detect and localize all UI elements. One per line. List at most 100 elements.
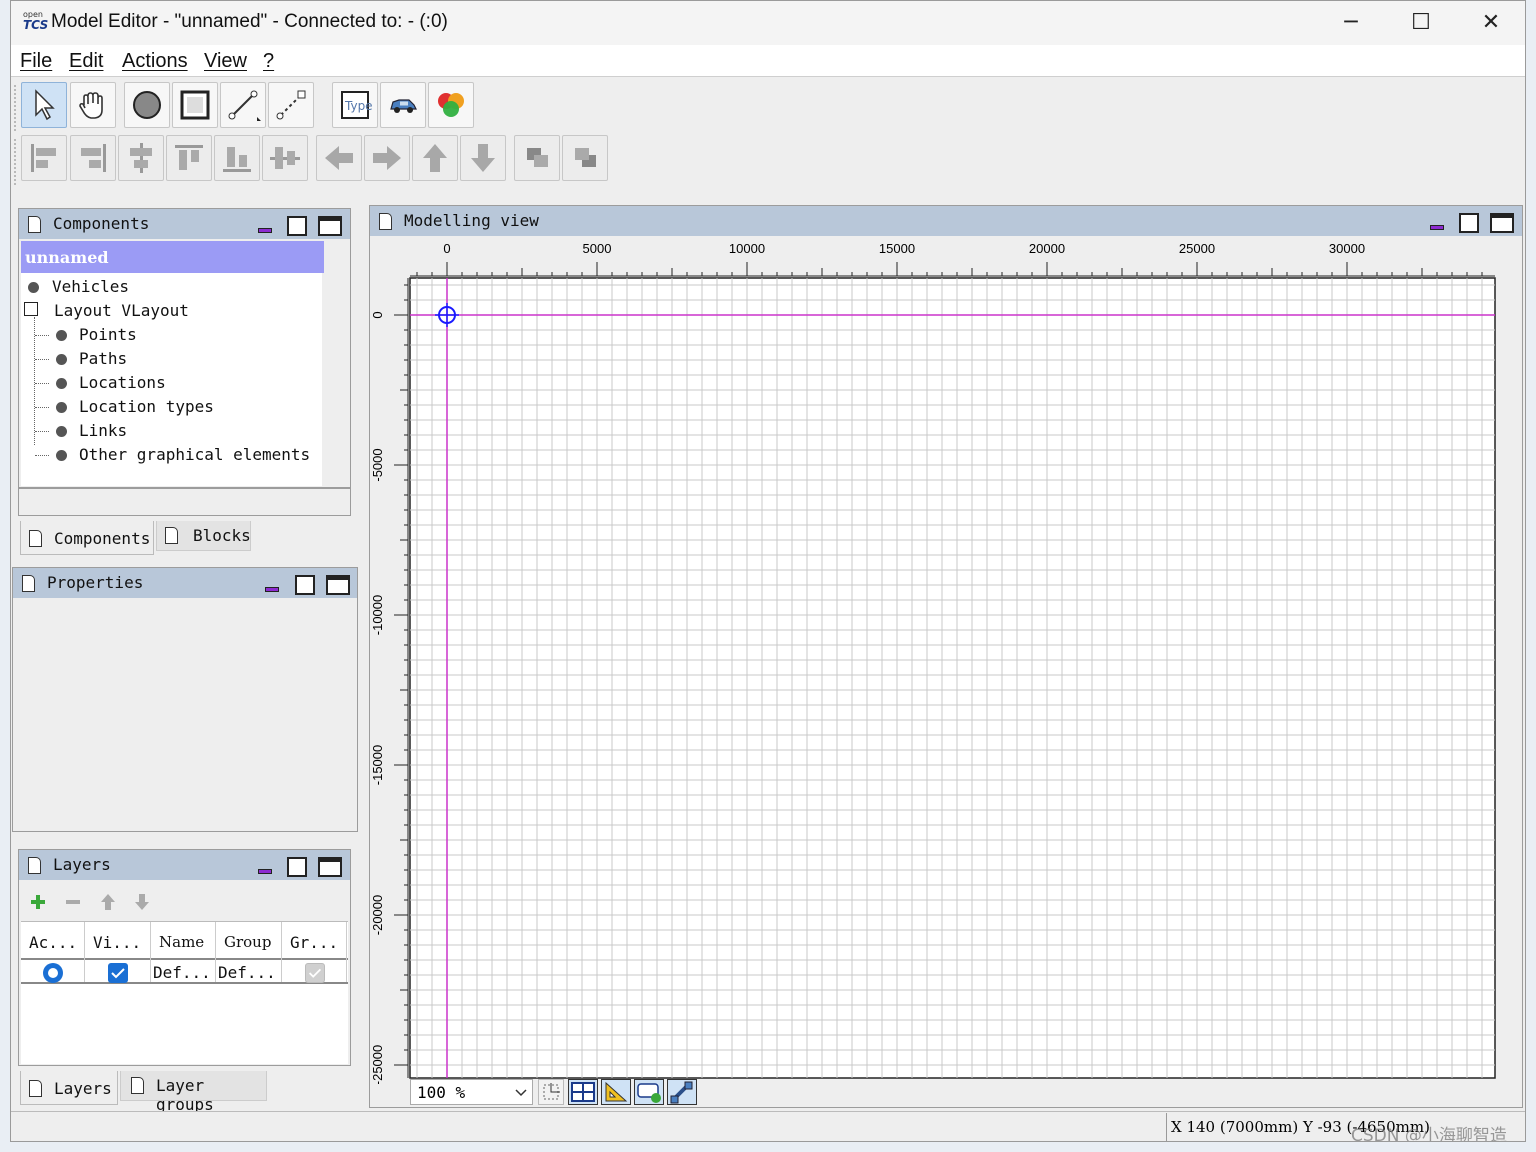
grid-toggle-button[interactable] (568, 1079, 598, 1105)
point-tool-button[interactable] (124, 82, 170, 128)
menu-file[interactable]: File (20, 50, 52, 73)
send-back-button[interactable] (562, 135, 608, 181)
tab-components[interactable]: Components (20, 521, 154, 555)
panel-float-icon[interactable] (295, 575, 315, 595)
tab-layer-groups[interactable]: Layer groups (120, 1071, 267, 1114)
tree-item-other-graphical-elements[interactable]: Other graphical elements (79, 445, 310, 464)
label-toggle-button[interactable] (634, 1079, 664, 1105)
toolbar-grip[interactable] (14, 85, 18, 131)
tree-item-links[interactable]: Links (79, 421, 127, 440)
location-type-button[interactable]: Type (332, 82, 378, 128)
panel-maximize-icon[interactable] (326, 575, 350, 595)
panel-minimize-icon[interactable] (258, 228, 272, 233)
panel-maximize-icon[interactable] (318, 216, 342, 236)
blocks-toggle-button[interactable] (667, 1079, 697, 1105)
column-header-active[interactable]: Ac... (29, 933, 77, 952)
visible-checkbox[interactable] (108, 963, 128, 983)
document-icon (379, 213, 392, 230)
y-ruler-label: 0 (370, 311, 385, 318)
table-row[interactable]: Def... Def... (21, 962, 348, 984)
move-up-button[interactable] (412, 135, 458, 181)
drag-hand-button[interactable] (70, 82, 116, 128)
tab-layers[interactable]: Layers (20, 1071, 118, 1105)
align-center-h-button[interactable] (118, 135, 164, 181)
align-bottom-icon (223, 147, 251, 172)
ruler-button[interactable] (601, 1079, 631, 1105)
align-right-button[interactable] (70, 135, 116, 181)
tree-item-points[interactable]: Points (79, 325, 137, 344)
close-button[interactable]: ✕ (1456, 1, 1525, 45)
align-center-v-button[interactable] (262, 135, 308, 181)
bring-front-button[interactable] (514, 135, 560, 181)
tree-item-locations[interactable]: Locations (79, 373, 166, 392)
align-bottom-button[interactable] (214, 135, 260, 181)
layer-down-icon[interactable] (133, 893, 151, 911)
properties-panel-header: Properties (13, 568, 357, 598)
link-tool-button[interactable] (268, 82, 314, 128)
tree-item-location-types[interactable]: Location types (79, 397, 214, 416)
menu-actions[interactable]: Actions (122, 50, 188, 73)
select-tool-button[interactable] (21, 82, 67, 128)
tree-bullet-icon (56, 402, 67, 413)
remove-layer-icon[interactable] (64, 893, 82, 911)
y-ruler-label: -10000 (370, 595, 385, 635)
panel-float-icon[interactable] (287, 857, 307, 877)
move-right-icon (373, 146, 401, 170)
tab-blocks[interactable]: Blocks (156, 521, 251, 551)
panel-maximize-icon[interactable] (1490, 213, 1514, 233)
panel-float-icon[interactable] (287, 216, 307, 236)
x-ruler-label: 25000 (1179, 241, 1215, 256)
block-button[interactable] (428, 82, 474, 128)
document-icon (29, 530, 42, 547)
layers-panel: Layers Ac... Vi... Name Group Gr... Def.… (18, 849, 351, 1066)
tree-item-vehicles[interactable]: Vehicles (52, 277, 129, 296)
snap-grid-button[interactable] (538, 1079, 564, 1105)
align-left-button[interactable] (21, 135, 67, 181)
tree-item-layout[interactable]: Layout VLayout (54, 301, 189, 320)
zoom-select[interactable]: 100 % (410, 1079, 533, 1105)
panel-minimize-icon[interactable] (1430, 225, 1444, 230)
column-header-visible[interactable]: Vi... (93, 933, 141, 952)
tree-bullet-icon (56, 378, 67, 389)
location-tool-button[interactable] (172, 82, 218, 128)
model-name[interactable]: unnamed (25, 248, 109, 267)
panel-maximize-icon[interactable] (318, 857, 342, 877)
expand-toggle-icon[interactable] (24, 302, 38, 316)
column-header-name[interactable]: Name (159, 933, 204, 951)
minimize-button[interactable]: ─ (1316, 1, 1386, 45)
path-tool-button[interactable] (220, 82, 266, 128)
y-ruler-label: -15000 (370, 745, 385, 785)
block-icon (438, 93, 464, 117)
panel-minimize-icon[interactable] (258, 869, 272, 874)
menu-edit[interactable]: Edit (69, 50, 103, 73)
layer-name-cell[interactable]: Def... (153, 963, 211, 982)
tree-bullet-icon (56, 450, 67, 461)
move-right-button[interactable] (364, 135, 410, 181)
tree-item-paths[interactable]: Paths (79, 349, 127, 368)
column-header-group[interactable]: Group (224, 933, 271, 951)
align-top-button[interactable] (166, 135, 212, 181)
x-ruler-label: 10000 (729, 241, 765, 256)
menu-view[interactable]: View (204, 50, 247, 73)
column-header-group-visible[interactable]: Gr... (290, 933, 338, 952)
vehicle-button[interactable] (380, 82, 426, 128)
modelling-canvas[interactable]: 0 5000 10000 15000 20000 25000 30000 0 -5000 -10… (370, 236, 1522, 1084)
add-layer-icon[interactable] (29, 893, 47, 911)
layer-group-cell[interactable]: Def... (218, 963, 276, 982)
move-down-button[interactable] (460, 135, 506, 181)
document-icon (28, 857, 41, 874)
component-tree[interactable]: unnamed Vehicles Layout VLayout Points Pa… (21, 241, 350, 486)
panel-minimize-icon[interactable] (265, 587, 279, 592)
toolbar-grip[interactable] (14, 139, 18, 185)
panel-float-icon[interactable] (1459, 213, 1479, 233)
move-left-button[interactable] (316, 135, 362, 181)
maximize-button[interactable]: ☐ (1386, 1, 1456, 45)
layer-up-icon[interactable] (99, 893, 117, 911)
menu-help[interactable]: ? (263, 50, 274, 73)
components-panel-header: Components (19, 209, 350, 239)
chevron-down-icon (515, 1089, 527, 1097)
y-ruler-label: -5000 (370, 448, 385, 481)
active-layer-radio[interactable] (43, 963, 63, 983)
tree-bullet-icon (56, 354, 67, 365)
document-icon (165, 527, 178, 544)
